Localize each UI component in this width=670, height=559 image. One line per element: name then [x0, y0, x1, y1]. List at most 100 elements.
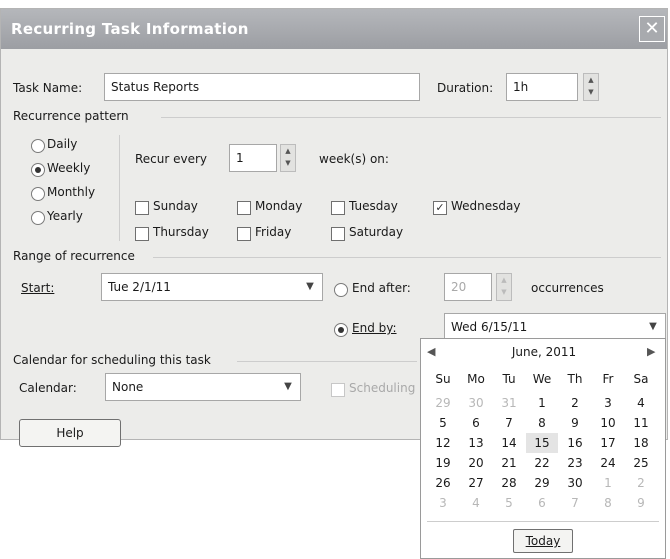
- date-cell[interactable]: 7: [493, 413, 525, 433]
- date-cell[interactable]: 25: [625, 453, 657, 473]
- recurrence-option-label: Yearly: [47, 209, 83, 223]
- date-cell[interactable]: 6: [526, 493, 558, 513]
- date-cell[interactable]: 12: [427, 433, 459, 453]
- date-cell[interactable]: 2: [559, 393, 591, 413]
- end-by-radio[interactable]: [334, 323, 348, 337]
- day-label: Friday: [255, 225, 292, 239]
- date-cell[interactable]: 1: [592, 473, 624, 493]
- calendar-combo[interactable]: None ▼: [105, 373, 301, 401]
- recurrence-option-label: Weekly: [47, 161, 91, 175]
- end-by-label: End by:: [352, 321, 397, 335]
- date-cell[interactable]: 5: [427, 413, 459, 433]
- date-picker-dropdown: ◀ June, 2011 ▶ Su Mo Tu We Th Fr Sa 29 30 31 1 2 3 4 5…: [420, 338, 666, 559]
- weekday-header: Fr: [602, 372, 614, 386]
- date-cell[interactable]: 9: [559, 413, 591, 433]
- recurrence-weekly-radio[interactable]: [31, 163, 45, 177]
- date-cell[interactable]: 26: [427, 473, 459, 493]
- end-by-date-combo[interactable]: Wed 6/15/11 ▼: [444, 313, 666, 341]
- day-saturday-checkbox[interactable]: [331, 227, 345, 241]
- date-cell[interactable]: 20: [460, 453, 492, 473]
- start-date-combo[interactable]: Tue 2/1/11 ▼: [101, 273, 323, 301]
- day-monday-checkbox[interactable]: [237, 201, 251, 215]
- date-cell[interactable]: 6: [460, 413, 492, 433]
- date-cell[interactable]: 31: [493, 393, 525, 413]
- duration-input[interactable]: 1h: [506, 73, 578, 101]
- end-after-label: End after:: [352, 281, 411, 295]
- chevron-down-icon[interactable]: ▼: [277, 375, 299, 399]
- date-cell[interactable]: 3: [592, 393, 624, 413]
- recur-every-input[interactable]: 1: [229, 144, 277, 172]
- date-cell[interactable]: 14: [493, 433, 525, 453]
- separator: [161, 117, 661, 118]
- date-cell[interactable]: 27: [460, 473, 492, 493]
- start-label: Start:: [21, 281, 55, 295]
- date-cell[interactable]: 8: [526, 413, 558, 433]
- recurrence-option-label: Daily: [47, 137, 78, 151]
- chevron-down-icon[interactable]: ▼: [299, 275, 321, 299]
- task-name-input[interactable]: Status Reports: [104, 73, 420, 101]
- date-cell[interactable]: 8: [592, 493, 624, 513]
- separator: [153, 257, 661, 258]
- recur-every-spinner[interactable]: ▲ ▼: [280, 144, 296, 172]
- calendar-scheduling-label: Calendar for scheduling this task: [13, 353, 211, 367]
- today-button[interactable]: Today: [513, 529, 573, 553]
- scheduling-checkbox[interactable]: [331, 383, 345, 397]
- next-month-icon[interactable]: ▶: [647, 345, 655, 358]
- weeks-on-label: week(s) on:: [319, 152, 389, 166]
- recurrence-pattern-label: Recurrence pattern: [13, 109, 129, 123]
- pattern-divider: [119, 135, 120, 241]
- date-cell[interactable]: 18: [625, 433, 657, 453]
- end-after-radio[interactable]: [334, 283, 348, 297]
- weekday-header: Th: [567, 372, 583, 386]
- date-cell[interactable]: 10: [592, 413, 624, 433]
- date-cell[interactable]: 21: [493, 453, 525, 473]
- date-cell[interactable]: 17: [592, 433, 624, 453]
- date-cell[interactable]: 7: [559, 493, 591, 513]
- end-after-spinner[interactable]: ▲ ▼: [496, 273, 512, 301]
- day-friday-checkbox[interactable]: [237, 227, 251, 241]
- date-cell[interactable]: 22: [526, 453, 558, 473]
- date-cell[interactable]: 16: [559, 433, 591, 453]
- weekday-header: Sa: [633, 372, 649, 386]
- day-tuesday-checkbox[interactable]: [331, 201, 345, 215]
- today-button-label: Today: [525, 534, 561, 548]
- range-of-recurrence-label: Range of recurrence: [13, 249, 135, 263]
- recurrence-yearly-radio[interactable]: [31, 211, 45, 225]
- calendar-value: None: [112, 380, 144, 394]
- date-cell[interactable]: 1: [526, 393, 558, 413]
- date-cell[interactable]: 3: [427, 493, 459, 513]
- date-cell[interactable]: 23: [559, 453, 591, 473]
- recurrence-daily-radio[interactable]: [31, 139, 45, 153]
- task-name-label: Task Name:: [13, 81, 83, 95]
- date-cell[interactable]: 2: [625, 473, 657, 493]
- date-cell[interactable]: 24: [592, 453, 624, 473]
- date-cell[interactable]: 30: [460, 393, 492, 413]
- close-icon[interactable]: ✕: [639, 16, 665, 42]
- day-sunday-checkbox[interactable]: [135, 201, 149, 215]
- day-label: Thursday: [153, 225, 209, 239]
- date-cell[interactable]: 29: [526, 473, 558, 493]
- duration-spinner[interactable]: ▲ ▼: [583, 73, 599, 101]
- chevron-down-icon[interactable]: ▼: [642, 315, 664, 339]
- date-cell[interactable]: 5: [493, 493, 525, 513]
- day-label: Sunday: [153, 199, 198, 213]
- end-after-input[interactable]: 20: [444, 273, 492, 301]
- recurrence-monthly-radio[interactable]: [31, 187, 45, 201]
- selected-date-cell[interactable]: 15: [526, 433, 558, 453]
- title-bar[interactable]: Recurring Task Information ✕: [1, 9, 667, 49]
- date-cell[interactable]: 11: [625, 413, 657, 433]
- date-cell[interactable]: 30: [559, 473, 591, 493]
- date-cell[interactable]: 9: [625, 493, 657, 513]
- occurrences-label: occurrences: [531, 281, 604, 295]
- day-thursday-checkbox[interactable]: [135, 227, 149, 241]
- help-button[interactable]: Help: [19, 419, 121, 447]
- weekday-header: Su: [435, 372, 451, 386]
- date-cell[interactable]: 28: [493, 473, 525, 493]
- day-wednesday-checkbox[interactable]: ✓: [433, 201, 447, 215]
- date-cell[interactable]: 4: [460, 493, 492, 513]
- start-date-value: Tue 2/1/11: [108, 280, 171, 294]
- date-cell[interactable]: 13: [460, 433, 492, 453]
- date-cell[interactable]: 29: [427, 393, 459, 413]
- date-cell[interactable]: 19: [427, 453, 459, 473]
- date-cell[interactable]: 4: [625, 393, 657, 413]
